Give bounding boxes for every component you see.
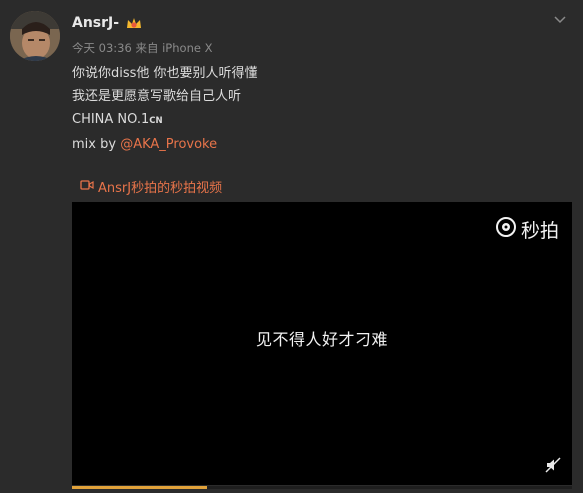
vip-crown-badge-icon [125, 16, 143, 30]
video-progress-bar[interactable] [72, 486, 572, 489]
post-line-3: CHINA NO.1CN [72, 108, 258, 133]
post-line-1: 你说你diss他 你也要别人听得懂 [72, 66, 258, 81]
video-link-label: AnsrJ秒拍的秒拍视频 [98, 181, 223, 196]
miaopai-eye-icon [495, 216, 517, 243]
username[interactable]: AnsrJ- [72, 15, 119, 31]
china-suffix: CN [149, 116, 163, 126]
video-player[interactable]: 秒拍 见不得人好才刁难 [72, 202, 572, 489]
chevron-down-icon[interactable] [554, 10, 566, 24]
mention-link[interactable]: @AKA_Provoke [120, 137, 217, 152]
avatar[interactable] [10, 11, 60, 61]
mute-icon[interactable] [545, 457, 561, 473]
miaopai-logo: 秒拍 [495, 216, 559, 243]
video-subtitle: 见不得人好才刁难 [255, 330, 388, 349]
post-timestamp[interactable]: 今天 03:36 [72, 41, 132, 55]
post-line-4: mix by @AKA_Provoke [72, 133, 258, 156]
post-meta: 今天 03:36 来自 iPhone X [72, 40, 212, 56]
mix-by-text: mix by [72, 137, 121, 152]
video-camera-icon [80, 179, 94, 195]
username-row: AnsrJ- [72, 15, 143, 31]
post-line-2: 我还是更愿意写歌给自己人听 [72, 89, 242, 104]
video-link[interactable]: AnsrJ秒拍的秒拍视频 [80, 177, 222, 196]
post-source: 来自 iPhone X [135, 41, 213, 55]
china-text: CHINA NO.1 [72, 112, 150, 127]
video-progress-fill [72, 486, 207, 489]
post-text: 你说你diss他 你也要别人听得懂 我还是更愿意写歌给自己人听 CHINA NO… [72, 62, 258, 156]
miaopai-logo-text: 秒拍 [520, 220, 559, 242]
